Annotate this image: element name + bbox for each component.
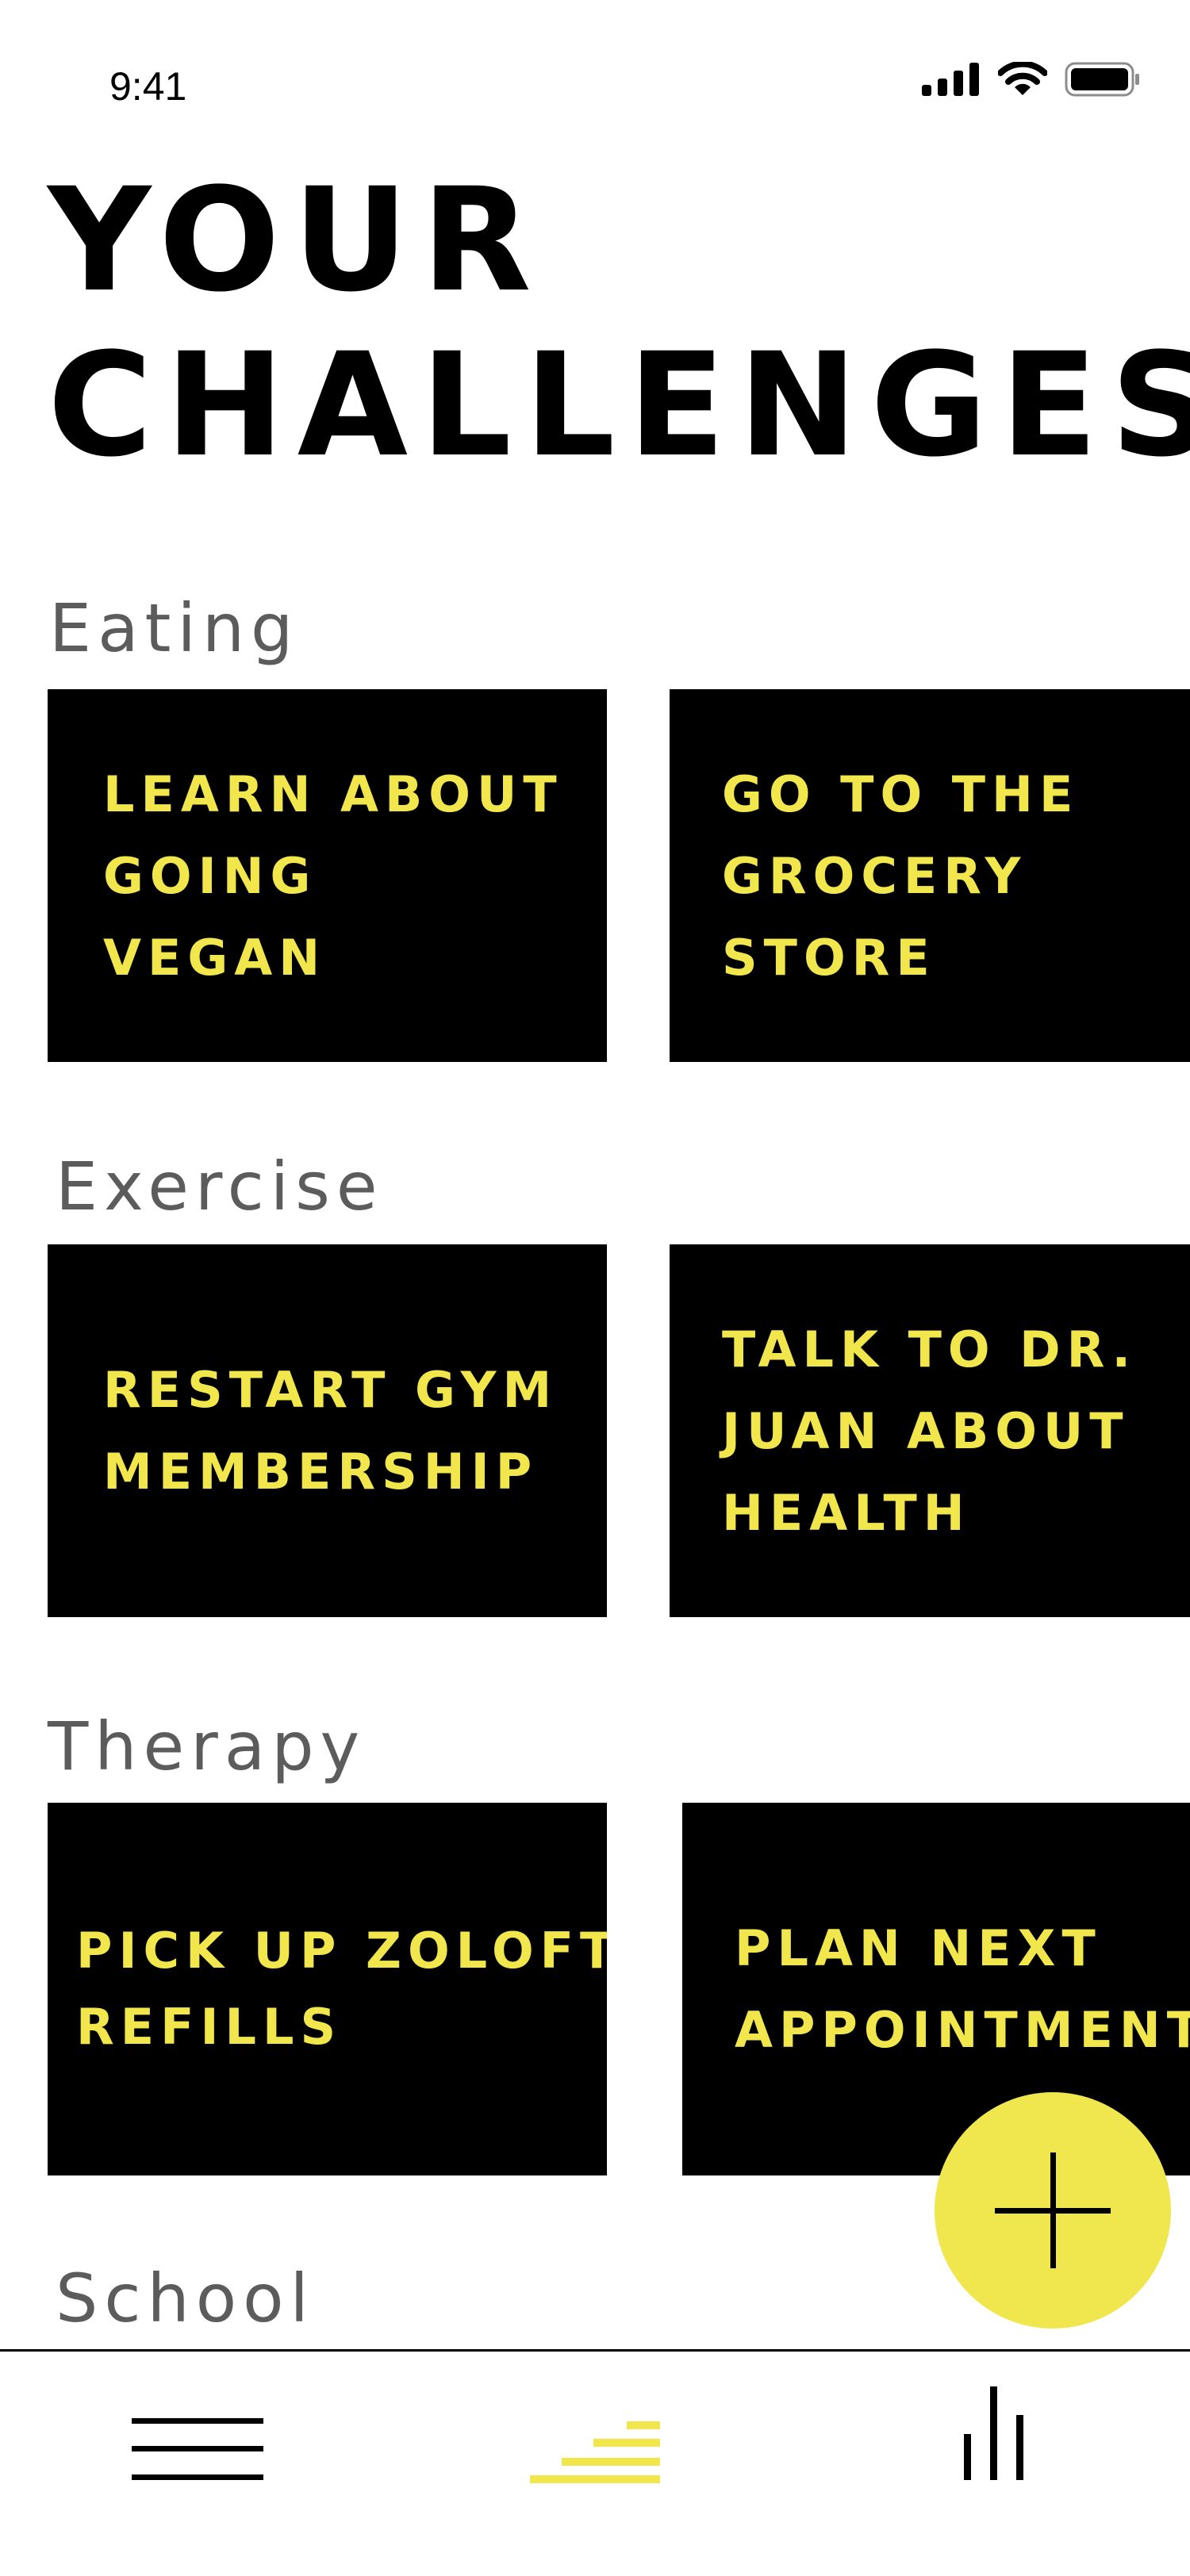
challenge-card-title: GO TO THE GROCERY STORE bbox=[722, 765, 1080, 987]
challenge-card-title: PLAN NEXT APPOINTMENT bbox=[735, 1919, 1190, 2059]
challenge-card[interactable]: GO TO THE GROCERY STORE bbox=[670, 689, 1190, 1062]
challenge-card[interactable]: LEARN ABOUT GOING VEGAN bbox=[48, 689, 607, 1062]
challenge-card-title: TALK TO DR. JUAN ABOUT HEALTH bbox=[722, 1320, 1138, 1542]
challenge-card[interactable]: RESTART GYM MEMBERSHIP bbox=[48, 1244, 607, 1617]
category-label-eating: Eating bbox=[49, 589, 300, 667]
tab-bar bbox=[0, 2349, 1190, 2576]
challenge-card[interactable]: TALK TO DR. JUAN ABOUT HEALTH bbox=[670, 1244, 1190, 1617]
add-challenge-button[interactable] bbox=[935, 2092, 1171, 2329]
challenges-screen: 9:41 YOUR CHALLENGES Eating LEARN ABOUT … bbox=[0, 0, 1190, 2576]
challenge-card-title: PICK UP ZOLOFT REFILLS bbox=[76, 1922, 607, 2056]
menu-icon[interactable] bbox=[132, 2412, 263, 2486]
page-title-line1: YOUR bbox=[48, 158, 544, 324]
challenge-card[interactable]: PICK UP ZOLOFT REFILLS bbox=[48, 1803, 607, 2175]
plus-icon-vertical bbox=[1050, 2152, 1056, 2268]
status-icons bbox=[922, 62, 1141, 97]
challenges-icon[interactable] bbox=[530, 2418, 660, 2490]
category-label-therapy: Therapy bbox=[48, 1708, 367, 1785]
category-label-exercise: Exercise bbox=[56, 1148, 384, 1225]
page-title-line2: CHALLENGES bbox=[48, 323, 1190, 489]
category-label-school: School bbox=[56, 2260, 315, 2337]
page-title: YOUR CHALLENGES bbox=[48, 159, 1190, 489]
cellular-signal-icon bbox=[922, 63, 979, 96]
challenge-card-title: RESTART GYM MEMBERSHIP bbox=[103, 1361, 559, 1501]
stats-icon[interactable] bbox=[964, 2386, 1026, 2480]
wifi-icon bbox=[998, 62, 1047, 95]
status-time: 9:41 bbox=[109, 64, 187, 109]
battery-icon bbox=[1065, 62, 1139, 97]
challenge-card-title: LEARN ABOUT GOING VEGAN bbox=[103, 765, 563, 987]
